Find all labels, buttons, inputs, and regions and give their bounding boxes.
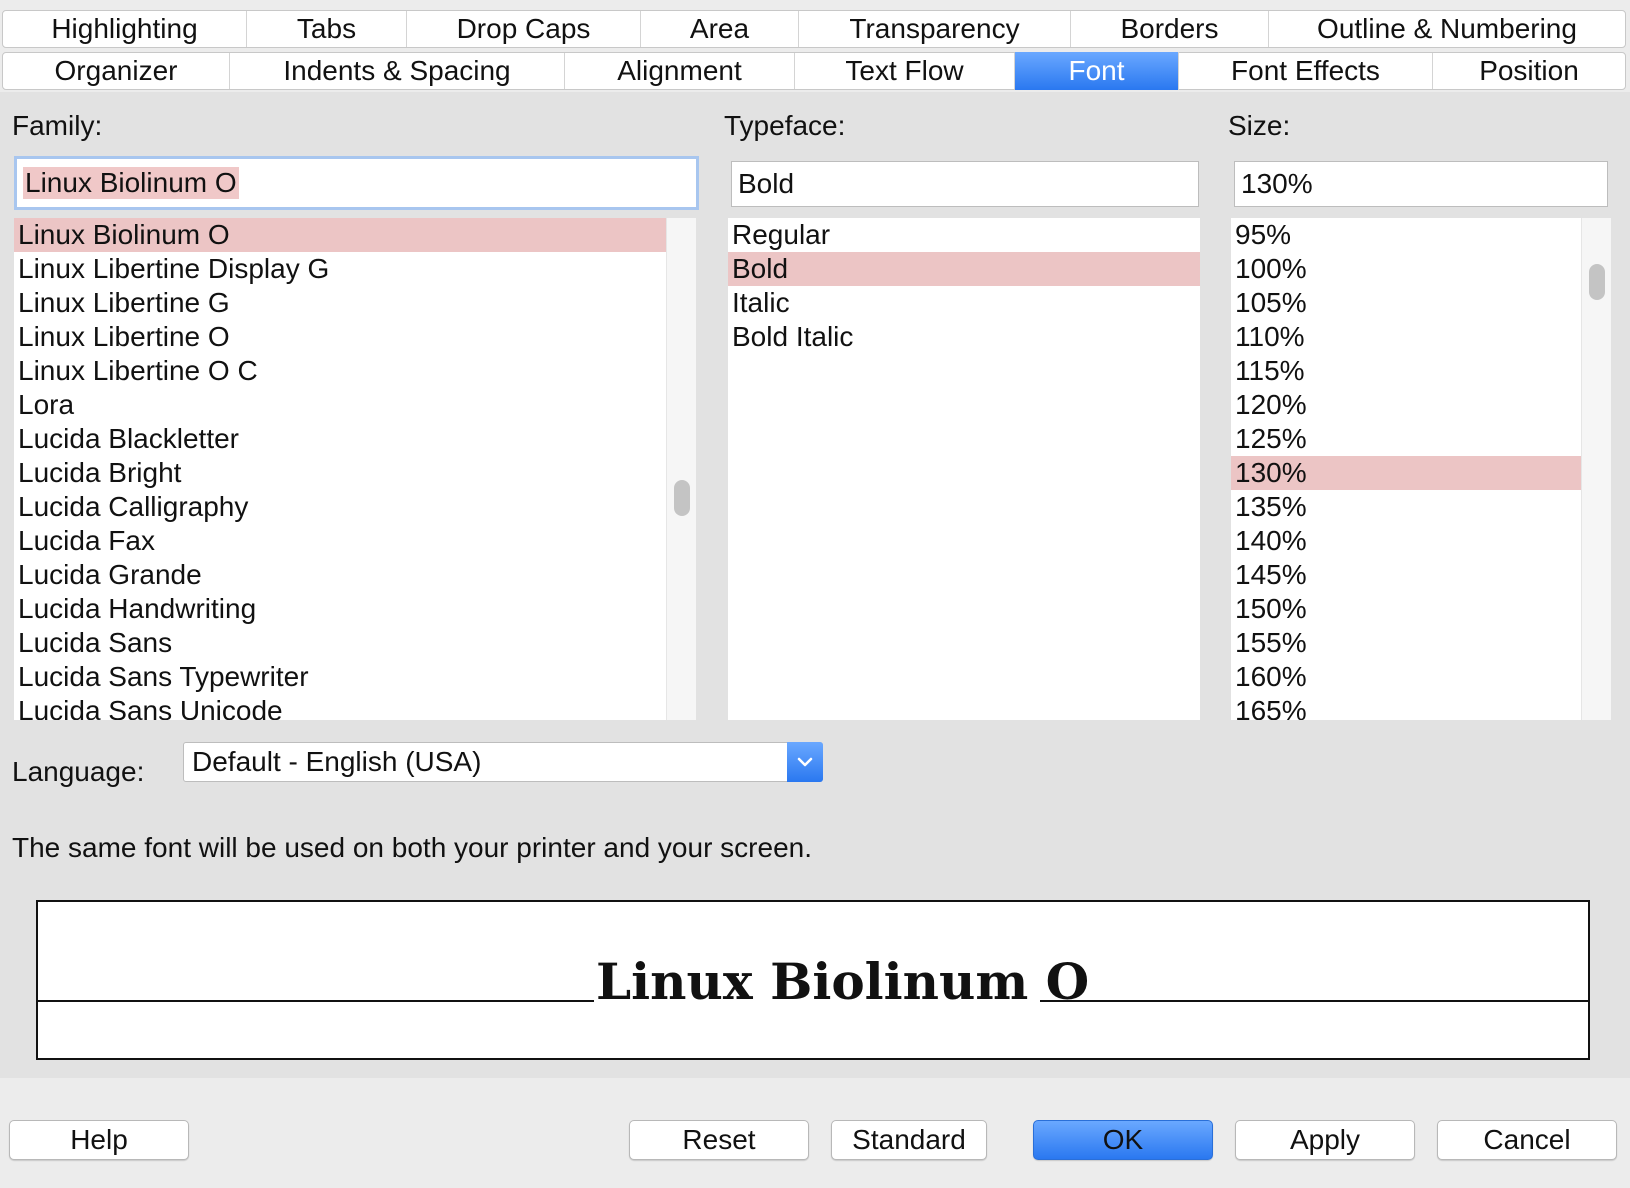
list-item[interactable]: Linux Biolinum O	[14, 218, 666, 252]
language-select-value: Default - English (USA)	[192, 746, 482, 777]
family-label: Family:	[12, 110, 103, 141]
list-item[interactable]: 130%	[1231, 456, 1581, 490]
ok-button[interactable]: OK	[1033, 1120, 1213, 1160]
list-item[interactable]: 100%	[1231, 252, 1581, 286]
baseline-right	[1040, 1000, 1590, 1002]
list-item[interactable]: 145%	[1231, 558, 1581, 592]
list-item[interactable]: 110%	[1231, 320, 1581, 354]
standard-button[interactable]: Standard	[831, 1120, 987, 1160]
language-label: Language:	[12, 756, 145, 787]
list-item[interactable]: 150%	[1231, 592, 1581, 626]
help-button[interactable]: Help	[9, 1120, 189, 1160]
list-item[interactable]: Linux Libertine G	[14, 286, 666, 320]
list-item[interactable]: 160%	[1231, 660, 1581, 694]
baseline-left	[38, 1000, 594, 1002]
list-item[interactable]: Lucida Sans Unicode	[14, 694, 666, 720]
list-item[interactable]: Lucida Fax	[14, 524, 666, 558]
family-list[interactable]: Linux Biolinum O Linux Libertine Display…	[14, 218, 666, 720]
size-input[interactable]: 130%	[1234, 161, 1608, 207]
family-scrollbar[interactable]	[666, 218, 696, 720]
family-input[interactable]: Linux Biolinum O	[14, 156, 699, 210]
tab-organizer[interactable]: Organizer	[3, 53, 230, 89]
list-item[interactable]: Lucida Bright	[14, 456, 666, 490]
list-item[interactable]: 135%	[1231, 490, 1581, 524]
list-item[interactable]: Linux Libertine O	[14, 320, 666, 354]
list-item[interactable]: Regular	[728, 218, 1200, 252]
list-item[interactable]: 140%	[1231, 524, 1581, 558]
font-note: The same font will be used on both your …	[12, 832, 812, 863]
chevron-down-icon[interactable]	[787, 742, 823, 782]
typeface-input[interactable]: Bold	[731, 161, 1199, 207]
list-item[interactable]: 115%	[1231, 354, 1581, 388]
tab-drop-caps[interactable]: Drop Caps	[407, 11, 641, 47]
size-label: Size:	[1228, 110, 1291, 141]
list-item[interactable]: 155%	[1231, 626, 1581, 660]
typeface-label: Typeface:	[724, 110, 846, 141]
tab-alignment[interactable]: Alignment	[565, 53, 795, 89]
list-item[interactable]: Bold Italic	[728, 320, 1200, 354]
list-item[interactable]: Lucida Sans	[14, 626, 666, 660]
size-input-value: 130%	[1241, 168, 1313, 199]
list-item[interactable]: Italic	[728, 286, 1200, 320]
size-scroll-thumb[interactable]	[1589, 264, 1605, 300]
tab-borders[interactable]: Borders	[1071, 11, 1269, 47]
size-scrollbar[interactable]	[1581, 218, 1611, 720]
tab-outline-numbering[interactable]: Outline & Numbering	[1269, 11, 1625, 47]
list-item[interactable]: 165%	[1231, 694, 1581, 720]
size-list[interactable]: 95% 100% 105% 110% 115% 120% 125% 130% 1…	[1231, 218, 1581, 720]
apply-button[interactable]: Apply	[1235, 1120, 1415, 1160]
tab-text-flow[interactable]: Text Flow	[795, 53, 1015, 89]
tab-position[interactable]: Position	[1433, 53, 1625, 89]
tab-tabs[interactable]: Tabs	[247, 11, 407, 47]
list-item[interactable]: Lucida Handwriting	[14, 592, 666, 626]
list-item[interactable]: Linux Libertine O C	[14, 354, 666, 388]
typeface-input-value: Bold	[738, 168, 795, 199]
list-item[interactable]: 105%	[1231, 286, 1581, 320]
list-item[interactable]: 120%	[1231, 388, 1581, 422]
cancel-button[interactable]: Cancel	[1437, 1120, 1617, 1160]
list-item[interactable]: Lucida Sans Typewriter	[14, 660, 666, 694]
list-item[interactable]: 95%	[1231, 218, 1581, 252]
preview-text: Linux Biolinum O	[596, 952, 1090, 1011]
reset-button[interactable]: Reset	[629, 1120, 809, 1160]
tab-area[interactable]: Area	[641, 11, 799, 47]
language-select[interactable]: Default - English (USA)	[183, 742, 823, 782]
list-item[interactable]: 125%	[1231, 422, 1581, 456]
family-scroll-thumb[interactable]	[674, 480, 690, 516]
list-item[interactable]: Linux Libertine Display G	[14, 252, 666, 286]
family-input-value: Linux Biolinum O	[23, 167, 239, 199]
list-item[interactable]: Bold	[728, 252, 1200, 286]
tab-font[interactable]: Font	[1015, 52, 1179, 90]
list-item[interactable]: Lucida Calligraphy	[14, 490, 666, 524]
tab-indents-spacing[interactable]: Indents & Spacing	[230, 53, 565, 89]
list-item[interactable]: Lucida Blackletter	[14, 422, 666, 456]
list-item[interactable]: Lora	[14, 388, 666, 422]
tab-row-2: Organizer Indents & Spacing Alignment Te…	[2, 52, 1626, 90]
list-item[interactable]: Lucida Grande	[14, 558, 666, 592]
tab-transparency[interactable]: Transparency	[799, 11, 1071, 47]
tab-font-effects[interactable]: Font Effects	[1179, 53, 1433, 89]
typeface-list[interactable]: Regular Bold Italic Bold Italic	[728, 218, 1200, 720]
tab-highlighting[interactable]: Highlighting	[3, 11, 247, 47]
tab-row-1: Highlighting Tabs Drop Caps Area Transpa…	[2, 10, 1626, 48]
font-preview: Linux Biolinum O	[36, 900, 1590, 1060]
